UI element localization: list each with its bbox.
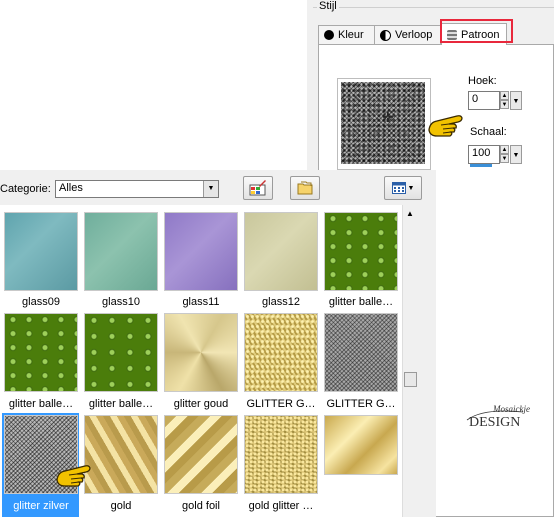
edit-patterns-button[interactable]	[243, 176, 273, 200]
pattern-thumbnail	[244, 212, 318, 291]
chevron-down-icon: ▼	[203, 181, 218, 197]
dropdown-arrow-icon[interactable]: ▼	[510, 91, 522, 110]
chevron-down-icon: ▼	[407, 184, 415, 192]
pattern-thumbnail	[324, 212, 398, 291]
group-border	[313, 7, 554, 8]
pattern-label: glitter balle…	[8, 398, 74, 410]
pattern-label-selected: glitter zilver	[13, 500, 69, 512]
schaal-label: Schaal:	[470, 126, 507, 138]
pattern-thumbnail	[164, 212, 238, 291]
pattern-thumbnail	[244, 415, 318, 494]
hoek-spinbox[interactable]: 0 ▲ ▼ ▼	[468, 91, 523, 110]
pointing-hand-icon	[428, 115, 463, 137]
grid-view-icon	[391, 182, 406, 194]
pattern-item-gold-glitter[interactable]	[244, 412, 318, 494]
tab-highlight-box	[440, 19, 513, 43]
scrollbar-thumb[interactable]	[404, 372, 417, 387]
spin-down-icon[interactable]: ▼	[500, 154, 509, 163]
hoek-label: Hoek:	[468, 75, 497, 87]
pattern-thumbnail	[324, 313, 398, 392]
svg-text:DESIGN: DESIGN	[469, 415, 520, 430]
pattern-label: glitter balle…	[328, 296, 394, 308]
hoek-input[interactable]: 0	[468, 91, 500, 110]
pattern-item-glitter-balle-3[interactable]	[84, 310, 158, 392]
tab-kleur-label: Kleur	[338, 29, 364, 41]
pattern-thumbnail	[84, 212, 158, 291]
pattern-item-glitter-balle-1[interactable]	[324, 209, 398, 291]
pattern-thumbnail	[164, 313, 238, 392]
pattern-item-glitter-g-2[interactable]	[324, 310, 398, 392]
pattern-thumbnail	[84, 415, 158, 494]
view-options-button[interactable]: ▼	[384, 176, 422, 200]
pattern-item-gold[interactable]	[84, 412, 158, 494]
pattern-item-glitter-balle-2[interactable]	[4, 310, 78, 392]
pattern-thumbnail	[164, 415, 238, 494]
pattern-thumbnail	[244, 313, 318, 392]
pattern-preview[interactable]: ✛	[337, 78, 431, 170]
pattern-thumbnail	[324, 415, 398, 475]
pattern-thumbnail	[4, 313, 78, 392]
vertical-scrollbar[interactable]	[402, 205, 419, 517]
spin-down-icon[interactable]: ▼	[500, 100, 509, 109]
schaal-spinbox[interactable]: 100 ▲ ▼ ▼	[468, 145, 523, 164]
schaal-input[interactable]: 100	[468, 145, 500, 164]
crosshair-icon: ✛	[382, 109, 394, 125]
pattern-item-glass11[interactable]	[164, 209, 238, 291]
category-select[interactable]: Alles ▼	[55, 180, 219, 198]
pattern-label: glass12	[262, 296, 300, 308]
pattern-thumbnail	[84, 313, 158, 392]
style-panel-title: Stijl	[317, 0, 339, 12]
category-label: Categorie:	[0, 183, 51, 195]
mosaickje-design-logo: Mosaickje DESIGN	[466, 404, 530, 430]
edit-grid-icon	[249, 180, 266, 196]
tab-kleur[interactable]: Kleur	[318, 25, 375, 44]
pattern-label: gold glitter …	[248, 500, 314, 512]
filled-circle-icon	[324, 30, 334, 40]
half-circle-icon	[380, 29, 391, 41]
dropdown-arrow-icon[interactable]: ▼	[510, 145, 522, 164]
pointing-hand-icon	[56, 465, 91, 487]
spin-up-icon[interactable]: ▲	[500, 91, 509, 100]
pattern-thumbnail	[4, 212, 78, 291]
pattern-label: gold foil	[182, 500, 220, 512]
pattern-item-glass12[interactable]	[244, 209, 318, 291]
pattern-item-glass09[interactable]	[4, 209, 78, 291]
pattern-item-glass10[interactable]	[84, 209, 158, 291]
pattern-label: glass09	[22, 296, 60, 308]
scroll-up-icon[interactable]: ▲	[406, 209, 414, 218]
schaal-slider-bar[interactable]	[470, 164, 492, 167]
pattern-preview-image: ✛	[341, 82, 425, 164]
pattern-label: GLITTER G…	[326, 398, 396, 410]
folder-locations-button[interactable]	[290, 176, 320, 200]
pattern-item-gold-foil[interactable]	[164, 412, 238, 494]
pattern-label: glitter goud	[173, 398, 229, 410]
svg-text:Mosaickje: Mosaickje	[492, 404, 530, 414]
pattern-label: glass11	[182, 296, 220, 308]
pattern-label: GLITTER G…	[246, 398, 316, 410]
pattern-item-gold-2[interactable]	[324, 412, 398, 494]
pattern-item-glitter-goud[interactable]	[164, 310, 238, 392]
pattern-label: glass10	[102, 296, 140, 308]
pattern-item-glitter-g-1[interactable]	[244, 310, 318, 392]
pattern-label: gold	[110, 500, 132, 512]
spin-up-icon[interactable]: ▲	[500, 145, 509, 154]
folder-icon	[297, 181, 313, 195]
pattern-label: glitter balle…	[88, 398, 154, 410]
category-value: Alles	[59, 182, 83, 194]
tab-verloop[interactable]: Verloop	[374, 25, 441, 44]
tab-verloop-label: Verloop	[395, 29, 433, 41]
